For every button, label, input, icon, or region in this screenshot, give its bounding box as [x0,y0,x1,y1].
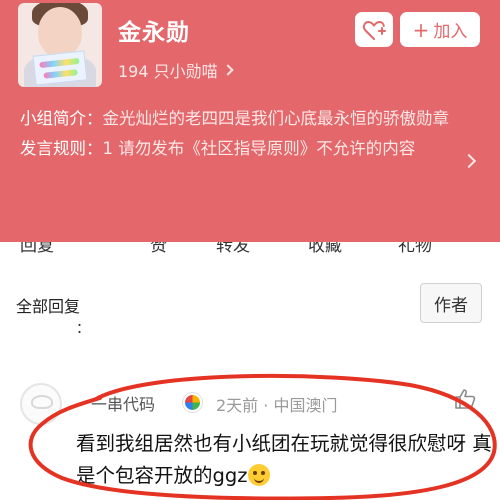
all-replies-label: 全部回复 [16,297,81,316]
chevron-right-icon [221,64,234,76]
join-button-label: 加入 [433,22,468,42]
member-count: 194 只小勋喵 [118,62,218,81]
comment-body: 看到我组居然也有小纸团在玩就觉得很欣慰呀 真是个包容开放的ggz [76,432,492,487]
comment-location: 中国澳门 [273,396,338,415]
avatar-placeholder-icon [31,395,53,409]
thumbs-up-icon[interactable] [453,387,477,411]
comment-meta: 2天前 · 中国澳门 [216,392,337,416]
group-avatar[interactable] [18,3,102,87]
commenter-avatar[interactable] [20,383,62,425]
follow-button[interactable] [355,12,393,47]
join-button[interactable]: + 加入 [400,12,480,47]
intro-label: 小组简介： [20,109,103,128]
rules-label: 发言规则： [20,139,103,158]
tab-gifts[interactable]: 礼物 [398,242,432,256]
tab-favorites[interactable]: 收藏 [308,242,342,256]
comment-time: 2天前 [216,396,259,415]
member-count-link[interactable]: 194 只小勋喵 [118,58,234,82]
group-name: 金永勋 [118,20,190,46]
tab-bar: 回复 赞 转发 收藏 礼物 [0,242,500,262]
author-only-button[interactable]: 作者 [420,283,482,323]
comment-text: 看到我组居然也有小纸团在玩就觉得很欣慰呀 真是个包容开放的ggz [76,428,496,492]
heart-plus-icon [362,20,386,40]
plus-icon: + [412,17,430,42]
commenter-name[interactable]: 一串代码 [91,391,155,415]
tab-replies[interactable]: 回复 [20,242,54,256]
meta-separator: · [263,396,269,415]
group-header: 金永勋 194 只小勋喵 + 加入 小组简介：金光灿烂的老四四是我们心底最永恒的… [0,0,500,242]
group-intro: 小组简介：金光灿烂的老四四是我们心底最永恒的骄傲勋章 [20,104,460,134]
group-info[interactable]: 小组简介：金光灿烂的老四四是我们心底最永恒的骄傲勋章 发言规则：1 请勿发布《社… [20,104,460,164]
grinning-face-icon [247,464,270,486]
group-rules: 发言规则：1 请勿发布《社区指导原则》不允许的内容 [20,134,460,164]
chevron-right-icon [461,153,477,169]
avatar-sign [32,50,88,86]
intro-text: 金光灿烂的老四四是我们心底最永恒的骄傲勋章 [102,109,450,128]
tab-reposts[interactable]: 转发 [216,242,250,256]
separator-dots: ： [76,321,90,337]
rules-text: 1 请勿发布《社区指导原则》不允许的内容 [102,139,416,158]
avatar-face [38,7,82,57]
multicolor-badge-icon [183,393,202,412]
tab-likes[interactable]: 赞 [150,242,167,256]
